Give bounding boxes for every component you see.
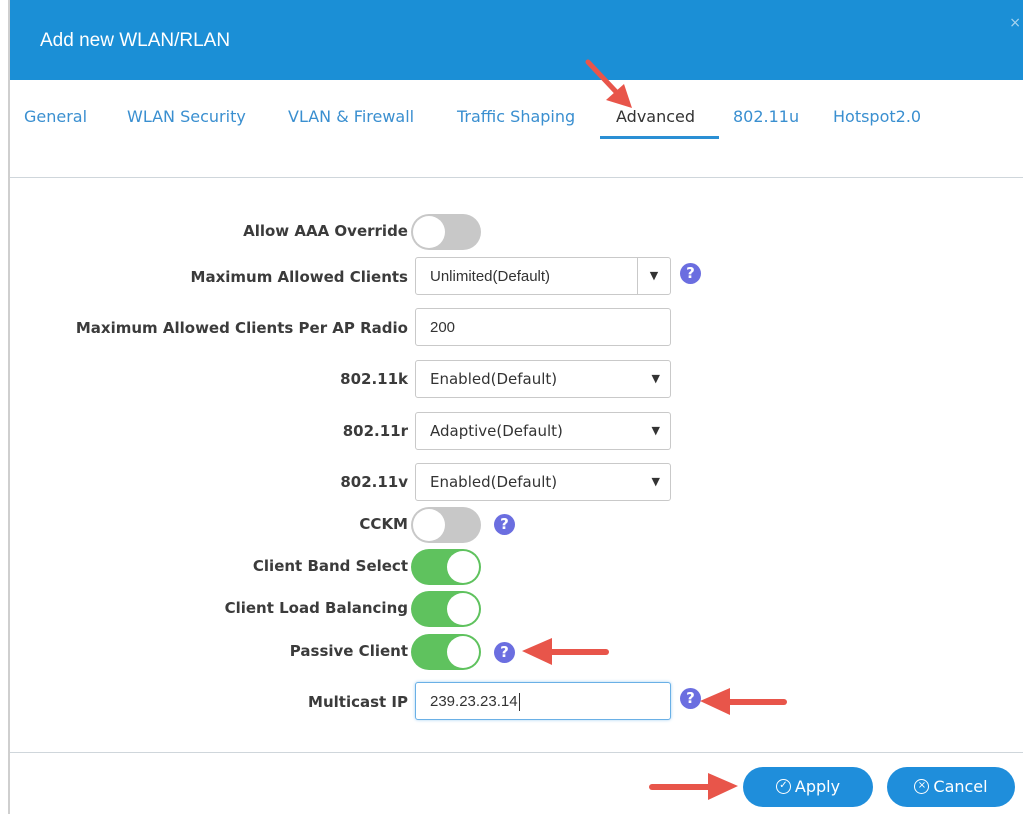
- chevron-down-icon: ▼: [651, 475, 660, 488]
- cckm-toggle[interactable]: [411, 507, 481, 543]
- aaa-override-label: Allow AAA Override: [243, 222, 408, 240]
- dot11v-value: Enabled(Default): [430, 473, 558, 491]
- multicast-ip-input[interactable]: 239.23.23.14: [415, 682, 671, 720]
- tab-802-11u[interactable]: 802.11u: [733, 107, 799, 126]
- toggle-knob: [413, 216, 445, 248]
- aaa-override-toggle[interactable]: [411, 214, 481, 250]
- dialog-title: Add new WLAN/RLAN: [40, 30, 231, 51]
- toggle-knob: [447, 593, 479, 625]
- cancel-button-label: Cancel: [933, 777, 988, 796]
- tab-advanced[interactable]: Advanced: [616, 107, 695, 126]
- chevron-down-icon: ▼: [637, 258, 670, 294]
- band-select-label: Client Band Select: [252, 557, 408, 575]
- help-icon[interactable]: ?: [680, 263, 701, 284]
- cckm-label: CCKM: [359, 515, 408, 533]
- active-tab-indicator: [600, 136, 719, 139]
- apply-button-label: Apply: [794, 777, 841, 796]
- load-balancing-toggle[interactable]: [411, 591, 481, 627]
- cancel-button[interactable]: × Cancel: [887, 767, 1015, 807]
- help-icon[interactable]: ?: [494, 514, 515, 535]
- help-icon[interactable]: ?: [494, 642, 515, 663]
- add-wlan-dialog: Add new WLAN/RLAN × General WLAN Securit…: [8, 0, 1023, 814]
- footer-divider: [10, 752, 1023, 753]
- dot11k-select[interactable]: Enabled(Default) ▼: [415, 360, 671, 398]
- dot11k-value: Enabled(Default): [430, 370, 558, 388]
- toggle-knob: [413, 509, 445, 541]
- apply-button[interactable]: ✓ Apply: [743, 767, 873, 807]
- dot11r-select[interactable]: Adaptive(Default) ▼: [415, 412, 671, 450]
- text-caret: [518, 692, 520, 711]
- multicast-ip-label: Multicast IP: [308, 693, 408, 711]
- max-clients-label: Maximum Allowed Clients: [190, 268, 408, 286]
- toggle-knob: [447, 636, 479, 668]
- max-clients-value: Unlimited(Default): [430, 268, 551, 285]
- help-icon[interactable]: ?: [680, 688, 701, 709]
- passive-client-toggle[interactable]: [411, 634, 481, 670]
- dot11v-select[interactable]: Enabled(Default) ▼: [415, 463, 671, 501]
- multicast-ip-value: 239.23.23.14: [430, 693, 518, 710]
- load-balancing-label: Client Load Balancing: [224, 599, 408, 617]
- max-clients-ap-input[interactable]: 200: [415, 308, 671, 346]
- chevron-down-icon: ▼: [651, 372, 660, 385]
- toggle-knob: [447, 551, 479, 583]
- check-circle-icon: ✓: [775, 778, 791, 794]
- tab-bar: General WLAN Security VLAN & Firewall Tr…: [10, 80, 1023, 178]
- dot11r-value: Adaptive(Default): [430, 422, 563, 440]
- tab-general[interactable]: General: [24, 107, 87, 126]
- max-clients-ap-value: 200: [430, 319, 456, 336]
- tab-hotspot2[interactable]: Hotspot2.0: [833, 107, 921, 126]
- dot11r-label: 802.11r: [342, 422, 408, 440]
- dot11k-label: 802.11k: [340, 370, 408, 388]
- passive-client-label: Passive Client: [289, 642, 408, 660]
- tab-vlan-firewall[interactable]: VLAN & Firewall: [288, 107, 414, 126]
- max-clients-ap-label: Maximum Allowed Clients Per AP Radio: [75, 319, 408, 337]
- chevron-down-icon: ▼: [651, 424, 660, 437]
- x-circle-icon: ×: [914, 778, 930, 794]
- close-icon[interactable]: ×: [1009, 16, 1021, 30]
- band-select-toggle[interactable]: [411, 549, 481, 585]
- tab-wlan-security[interactable]: WLAN Security: [127, 107, 246, 126]
- dot11v-label: 802.11v: [340, 473, 408, 491]
- dialog-header: Add new WLAN/RLAN ×: [10, 0, 1023, 80]
- max-clients-select[interactable]: Unlimited(Default) ▼: [415, 257, 671, 295]
- tab-traffic-shaping[interactable]: Traffic Shaping: [457, 107, 575, 126]
